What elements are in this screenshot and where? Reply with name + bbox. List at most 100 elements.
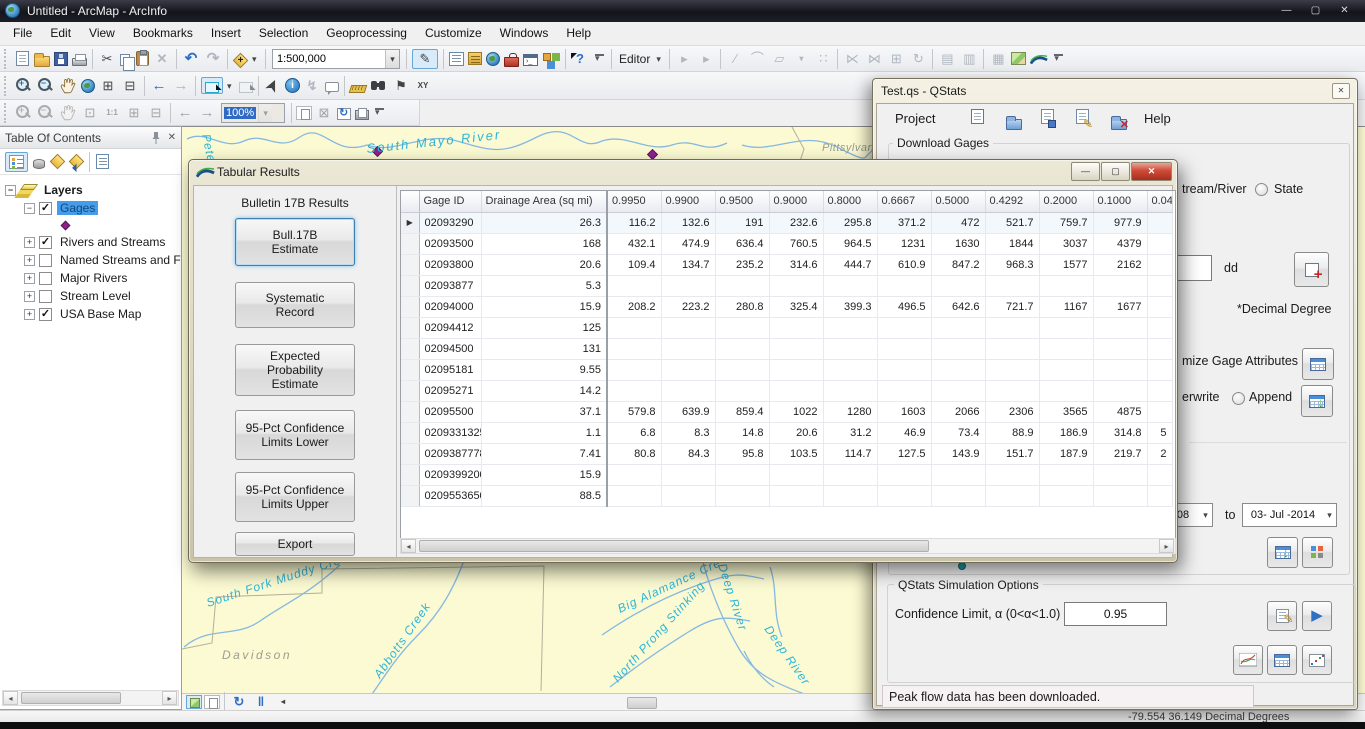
go-to-xy-icon[interactable] [414, 77, 432, 95]
full-extent-icon[interactable] [81, 79, 95, 93]
row-selector[interactable]: ▶ [401, 212, 419, 233]
row-selector[interactable] [401, 380, 419, 401]
menubar-item-file[interactable]: File [4, 22, 41, 45]
cell[interactable]: 295.8 [823, 212, 877, 233]
column-header[interactable]: 0.9500 [715, 191, 769, 212]
arc-segment-icon[interactable] [748, 50, 766, 68]
menubar-item-edit[interactable]: Edit [41, 22, 80, 45]
column-header[interactable]: 0.1000 [1093, 191, 1147, 212]
grid-horizontal-scrollbar[interactable]: ◂ ▸ [400, 538, 1176, 554]
cell[interactable] [1093, 359, 1147, 380]
toc-layers-root[interactable]: − Layers [0, 181, 181, 199]
cell[interactable]: 84.3 [661, 443, 715, 464]
row-selector[interactable] [401, 317, 419, 338]
cell[interactable] [661, 275, 715, 296]
cell[interactable] [1147, 464, 1172, 485]
cell[interactable]: 2066 [931, 401, 985, 422]
toc-layer-row[interactable]: + Named Streams and F [0, 251, 181, 269]
refresh-view-icon[interactable] [230, 693, 248, 711]
layer-label[interactable]: Named Streams and F [57, 253, 184, 267]
cell[interactable]: 187.9 [1039, 443, 1093, 464]
open-project-icon[interactable] [1006, 119, 1022, 130]
find-icon[interactable] [370, 77, 388, 95]
measure-icon[interactable] [349, 85, 368, 93]
cell[interactable]: 186.9 [1039, 422, 1093, 443]
cell[interactable]: 1280 [823, 401, 877, 422]
column-header[interactable]: 0.8000 [823, 191, 877, 212]
bull-17b-estimate-button[interactable]: Bull.17B Estimate [235, 218, 355, 266]
toolbar-options-icon[interactable] [595, 54, 604, 63]
expander-icon[interactable]: + [24, 255, 35, 266]
cell[interactable]: 143.9 [931, 443, 985, 464]
cell[interactable]: 125 [481, 317, 607, 338]
cell[interactable] [715, 464, 769, 485]
cell[interactable] [715, 275, 769, 296]
column-header[interactable]: 0.2000 [1039, 191, 1093, 212]
scroll-right-icon[interactable]: ▸ [1159, 539, 1174, 553]
list-by-visibility-icon[interactable] [50, 154, 66, 170]
print-icon[interactable] [72, 58, 87, 66]
cell[interactable]: 0209553650 [419, 485, 481, 506]
cell[interactable]: 02093800 [419, 254, 481, 275]
table-row[interactable]: 020939920015.9 [401, 464, 1172, 485]
save-icon[interactable] [54, 52, 68, 66]
expander-icon[interactable]: − [24, 203, 35, 214]
cell[interactable] [607, 338, 661, 359]
toc-layer-row[interactable]: +Major Rivers [0, 269, 181, 287]
cell[interactable]: 208.2 [607, 296, 661, 317]
run-simulation-button[interactable] [1302, 601, 1332, 631]
cell[interactable] [985, 464, 1039, 485]
menubar-item-selection[interactable]: Selection [250, 22, 317, 45]
cell[interactable] [1039, 317, 1093, 338]
zoom-in-icon[interactable]: + [15, 77, 33, 95]
table-row[interactable]: 0209550037.1579.8639.9859.41022128016032… [401, 401, 1172, 422]
cell[interactable] [607, 317, 661, 338]
sketch-properties-icon[interactable] [960, 50, 978, 68]
menubar-item-customize[interactable]: Customize [416, 22, 491, 45]
scroll-left-icon[interactable]: ◂ [401, 539, 416, 553]
layer-visibility-checkbox[interactable] [39, 272, 52, 285]
cell[interactable]: 4875 [1093, 401, 1147, 422]
cell[interactable]: 2162 [1093, 254, 1147, 275]
table-row[interactable]: ▶0209329026.3116.2132.6191232.6295.8371.… [401, 212, 1172, 233]
cell[interactable]: 6.8 [607, 422, 661, 443]
select-features-dropdown-icon[interactable] [227, 77, 235, 95]
expander-icon[interactable]: − [5, 185, 16, 196]
cell[interactable] [985, 275, 1039, 296]
zoom-100-icon[interactable] [103, 104, 121, 122]
cell[interactable]: 579.8 [607, 401, 661, 422]
scrollbar-thumb[interactable] [419, 540, 929, 552]
cell[interactable]: 31.2 [823, 422, 877, 443]
python-window-icon[interactable] [523, 54, 538, 66]
cell[interactable]: 9.55 [481, 359, 607, 380]
cell[interactable]: 127.5 [877, 443, 931, 464]
html-popup-icon[interactable] [325, 82, 339, 92]
table-of-contents-window-icon[interactable] [449, 52, 464, 66]
hyperlink-icon[interactable] [303, 77, 321, 95]
create-features-template-icon[interactable] [989, 50, 1007, 68]
cell[interactable]: 1677 [1093, 296, 1147, 317]
cell[interactable]: 7.41 [481, 443, 607, 464]
cell[interactable]: 20.6 [769, 422, 823, 443]
find-route-icon[interactable] [392, 77, 410, 95]
cell[interactable] [1147, 338, 1172, 359]
date-to-combobox[interactable]: 03- Jul -2014 [1242, 503, 1337, 527]
cell[interactable] [823, 380, 877, 401]
confidence-limit-input[interactable]: 0.95 [1064, 602, 1167, 626]
whats-this-icon[interactable] [571, 50, 589, 68]
layout-zoom-in-icon[interactable]: + [15, 104, 33, 122]
arctoolbox-icon[interactable] [504, 57, 519, 67]
row-selector[interactable] [401, 485, 419, 506]
cell[interactable]: 232.6 [769, 212, 823, 233]
edit-tool-icon[interactable] [675, 50, 693, 68]
table-row[interactable]: 020951819.55 [401, 359, 1172, 380]
window-minimize-button[interactable]: — [1272, 2, 1301, 19]
attributes-window-icon[interactable] [938, 50, 956, 68]
cell[interactable]: 1630 [931, 233, 985, 254]
cell[interactable] [769, 359, 823, 380]
dialog-minimize-button[interactable]: — [1071, 162, 1100, 181]
cell[interactable] [769, 275, 823, 296]
cell[interactable]: 02093877 [419, 275, 481, 296]
search-window-icon[interactable] [486, 52, 500, 66]
cell[interactable] [823, 338, 877, 359]
